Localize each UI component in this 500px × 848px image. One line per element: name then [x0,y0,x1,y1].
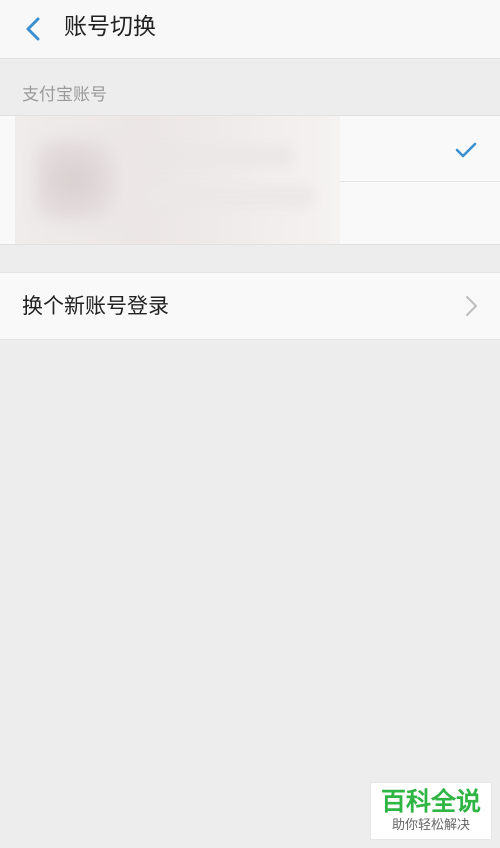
chevron-right-icon [466,296,477,316]
chevron-left-icon [26,17,40,41]
back-button[interactable] [14,10,52,48]
avatar [35,138,119,222]
watermark-logo: 百科全说 助你轻松解决 [370,782,492,840]
watermark-sub-text: 助你轻松解决 [391,818,470,833]
account-item-current[interactable] [0,115,500,245]
new-account-login-label: 换个新账号登录 [22,294,169,318]
watermark-main-text: 百科全说 [380,787,481,816]
page-title: 账号切换 [64,14,156,40]
header-bar: 账号切换 [0,0,500,59]
account-name-redacted [143,146,293,166]
new-account-login-item[interactable]: 换个新账号登录 [0,272,500,340]
checkmark-icon [455,142,477,158]
row-divider [340,181,500,182]
account-id-redacted [143,186,313,208]
blurred-account-info [15,116,340,244]
section-label-alipay-accounts: 支付宝账号 [22,85,107,105]
account-switch-screen: 账号切换 支付宝账号 换个新账号登录 百科全说 助你轻松解决 [0,0,500,848]
